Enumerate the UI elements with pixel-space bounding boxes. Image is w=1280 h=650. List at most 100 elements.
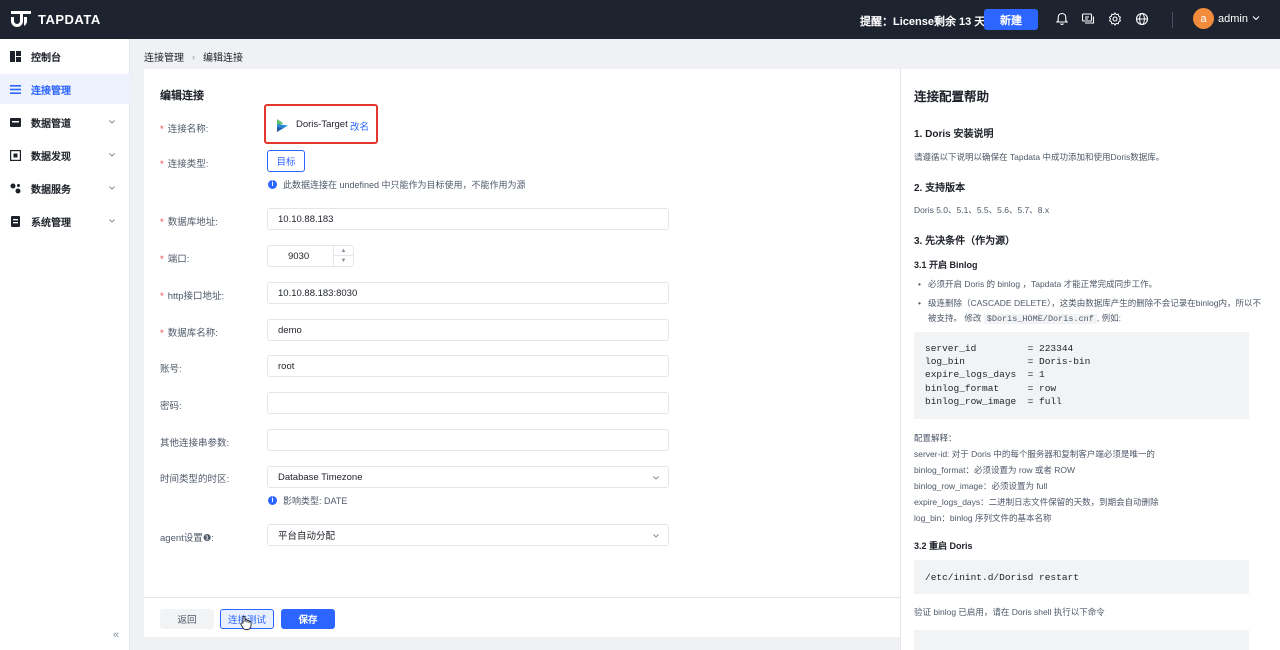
save-button[interactable]: 保存 [281,609,335,629]
gear-icon[interactable] [1108,12,1122,26]
chevron-down-icon [653,534,659,538]
help-section-versions: 2. 支持版本 [914,183,966,194]
dashboard-icon [10,50,21,62]
http-address-label: * http接口地址: [160,291,225,302]
list-icon [10,84,21,94]
timezone-label: 时间类型的时区: [160,474,230,485]
db-host-input[interactable]: 10.10.88.183 [267,208,669,230]
chevron-down-icon [109,186,115,190]
discover-icon [10,149,21,161]
restart-command-code: /etc/inint.d/Dorisd restart [914,560,1249,594]
chevron-down-icon [109,120,115,124]
timezone-value: Database Timezone [278,471,363,483]
account-label: 账号: [160,364,182,375]
config-path-code: $Doris_HOME/Doris.cnf [983,314,1097,324]
connection-name-label: * 连接名称: [160,124,209,135]
db-name-input[interactable]: demo [267,319,669,341]
chevron-down-icon [653,476,659,480]
help-bullet-cascade: 级连删除（CASCADE DELETE），这类由数据库产生的删除不会记录在bin… [918,296,1261,327]
port-stepper-controls: ▲ ▼ [333,246,353,266]
http-address-input[interactable]: 10.10.88.183:8030 [267,282,669,304]
sidebar-item-label: 数据管道 [31,118,71,130]
sidebar-item-discovery[interactable]: 数据发现 [0,140,130,170]
help-explain-binlog-format: binlog_format：必须设置为 row 或者 ROW [914,465,1076,475]
port-label: * 端口: [160,254,190,265]
breadcrumb: 连接管理 › 编辑连接 [144,49,243,65]
db-name-label: * 数据库名称: [160,328,218,339]
info-icon: i [268,496,277,505]
help-versions-text: Doris 5.0、5.1、5.5、5.6、5.7、8.x [914,205,1050,215]
tapdata-logo-icon [11,11,31,27]
help-explain-expire-days: expire_logs_days：二进制日志文件保留的天数，到期会自动删除 [914,497,1159,507]
sidebar-collapse-button[interactable]: « [113,629,119,641]
breadcrumb-current: 编辑连接 [203,53,243,64]
sidebar-item-pipeline[interactable]: 数据管道 [0,107,130,137]
edit-connection-form: 编辑连接 * 连接名称: Doris-Target 改名 * 连接类型: 目标 i … [144,69,900,637]
help-explain-row-image: binlog_row_image：必须设置为 full [914,481,1048,491]
help-explain-title: 配置解释： [914,433,957,443]
new-button[interactable]: 新建 [984,9,1038,30]
sidebar-item-connections[interactable]: 连接管理 [0,74,130,104]
agent-select[interactable]: 平台自动分配 [267,524,669,546]
breadcrumb-separator: › [192,51,195,62]
rename-link[interactable]: 改名 [350,119,369,133]
agent-value: 平台自动分配 [278,531,336,542]
pipeline-icon [10,117,21,127]
sidebar-item-label: 连接管理 [31,85,71,97]
back-button[interactable]: 返回 [160,609,214,629]
sidebar-item-label: 数据服务 [31,184,71,196]
extra-params-input[interactable] [267,429,669,451]
help-install-text: 请遵循以下说明以确保在 Tapdata 中成功添加和使用Doris数据库。 [914,152,1165,162]
agent-label: agent设置❶: [160,533,214,544]
chevron-down-icon[interactable] [1251,13,1261,23]
help-section-prereq: 3. 先决条件（作为源） [914,236,1016,247]
breadcrumb-parent[interactable]: 连接管理 [144,49,184,64]
timezone-select[interactable]: Database Timezone [267,466,669,488]
bell-icon[interactable] [1055,12,1069,26]
db-host-label: * 数据库地址: [160,217,218,228]
help-section-install: 1. Doris 安装说明 [914,129,994,140]
connection-type-target-button[interactable]: 目标 [267,150,305,172]
sidebar-item-dashboard[interactable]: 控制台 [0,41,130,71]
extra-params-label: 其他连接串参数: [160,438,230,449]
chevron-down-icon [109,219,115,223]
password-input[interactable] [267,392,669,414]
help-panel: 连接配置帮助 1. Doris 安装说明 请遵循以下说明以确保在 Tapdata… [900,69,1280,650]
connection-type-hint: i 此数据连接在 undefined 中只能作为目标使用，不能作用为源 [268,178,526,191]
tapdata-logo[interactable]: TAPDATA [10,9,101,29]
port-value: 9030 [288,251,310,262]
doris-logo-icon [277,119,288,132]
avatar[interactable]: a [1193,8,1214,29]
globe-icon[interactable] [1135,12,1149,26]
sidebar-item-system[interactable]: 系统管理 [0,206,130,236]
connection-name-value: Doris-Target [296,119,348,130]
hand-cursor-icon [240,616,252,630]
account-input[interactable]: root [267,355,669,377]
help-subsection-binlog: 3.1 开启 Binlog [914,260,978,270]
help-verify-text: 验证 binlog 已启用，请在 Doris shell 执行以下命令 [914,607,1105,617]
connection-name-highlight: Doris-Target 改名 [264,104,378,144]
sidebar-item-data-service[interactable]: 数据服务 [0,173,130,203]
sidebar: 控制台 连接管理 数据管道 数据发现 数据服务 系统管理 « [0,39,130,650]
topbar-divider [1172,12,1173,28]
sidebar-item-label: 系统管理 [31,217,71,229]
username[interactable]: admin [1218,13,1248,25]
port-stepper[interactable]: 9030 ▲ ▼ [267,245,354,267]
info-icon: i [268,180,277,189]
increment-button[interactable]: ▲ [334,246,353,256]
form-title: 编辑连接 [160,90,204,102]
password-label: 密码: [160,401,182,412]
message-icon[interactable] [1081,12,1095,26]
binlog-config-code: server_id = 223344 log_bin = Doris-bin e… [914,332,1249,419]
service-icon [10,183,21,193]
timezone-hint: i 影响类型: DATE [268,494,347,507]
help-title: 连接配置帮助 [914,90,990,104]
connection-type-label: * 连接类型: [160,159,209,170]
help-subsection-restart: 3.2 重启 Doris [914,541,973,551]
decrement-button[interactable]: ▼ [334,256,353,266]
chevron-down-icon [109,153,115,157]
verify-command-code [914,630,1249,650]
help-bullet-binlog: 必须开启 Doris 的 binlog ，Tapdata 才能正常完成同步工作。 [918,277,1157,292]
top-bar: TAPDATA 提醒：License剩余 13 天到期 新建 a admin [0,0,1280,39]
sidebar-item-label: 数据发现 [31,151,71,163]
